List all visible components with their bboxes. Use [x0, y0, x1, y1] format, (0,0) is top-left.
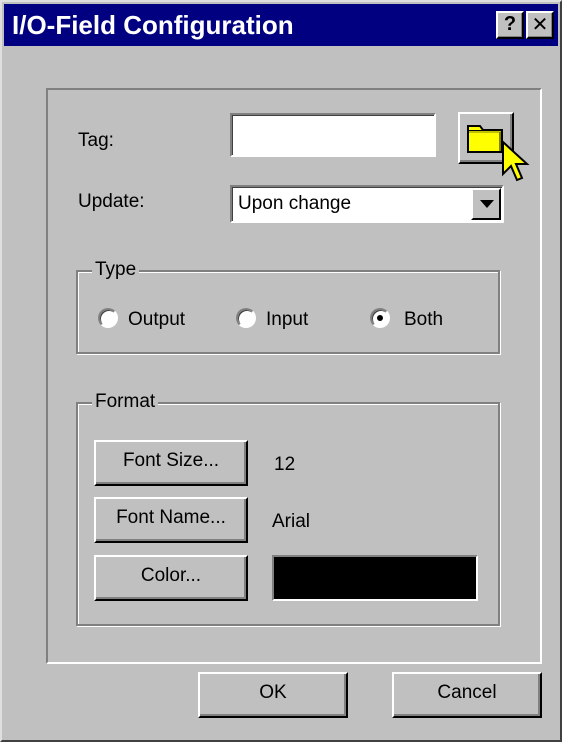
- radio-input[interactable]: [236, 308, 256, 328]
- font-size-value: 12: [274, 454, 296, 475]
- font-name-button[interactable]: Font Name...: [94, 497, 248, 543]
- radio-both[interactable]: [370, 308, 390, 328]
- type-group-title: Type: [92, 259, 140, 281]
- ok-button[interactable]: OK: [198, 672, 348, 718]
- update-dropdown[interactable]: Upon change: [230, 185, 504, 223]
- title-bar[interactable]: I/O-Field Configuration ? ✕: [4, 4, 558, 46]
- font-size-button-label: Font Size...: [122, 450, 220, 471]
- update-selected-value: Upon change: [238, 193, 352, 214]
- cancel-button[interactable]: Cancel: [392, 672, 542, 718]
- dialog-window: I/O-Field Configuration ? ✕ Tag: Update:…: [0, 0, 562, 742]
- font-name-value: Arial: [272, 511, 311, 532]
- color-button[interactable]: Color...: [94, 555, 248, 601]
- update-label: Update:: [78, 191, 145, 212]
- help-button[interactable]: ?: [496, 11, 524, 39]
- tag-label: Tag:: [78, 130, 114, 151]
- tag-input[interactable]: [230, 113, 436, 157]
- cancel-button-label: Cancel: [437, 682, 497, 703]
- color-button-label: Color...: [140, 565, 202, 586]
- chevron-down-icon: [480, 200, 494, 208]
- radio-input-label[interactable]: Input: [266, 309, 308, 331]
- close-button[interactable]: ✕: [526, 11, 554, 39]
- radio-both-label[interactable]: Both: [404, 309, 443, 331]
- color-swatch: [272, 555, 478, 601]
- radio-selected-dot: [377, 315, 383, 321]
- dialog-title: I/O-Field Configuration: [12, 10, 294, 40]
- ok-button-label: OK: [259, 682, 287, 703]
- radio-output-label[interactable]: Output: [128, 309, 185, 331]
- font-size-button[interactable]: Font Size...: [94, 440, 248, 486]
- font-name-button-label: Font Name...: [116, 507, 226, 528]
- radio-output[interactable]: [98, 308, 118, 328]
- mouse-cursor-icon: [502, 140, 530, 182]
- format-group-title: Format: [92, 391, 159, 413]
- dropdown-arrow-button[interactable]: [471, 188, 501, 220]
